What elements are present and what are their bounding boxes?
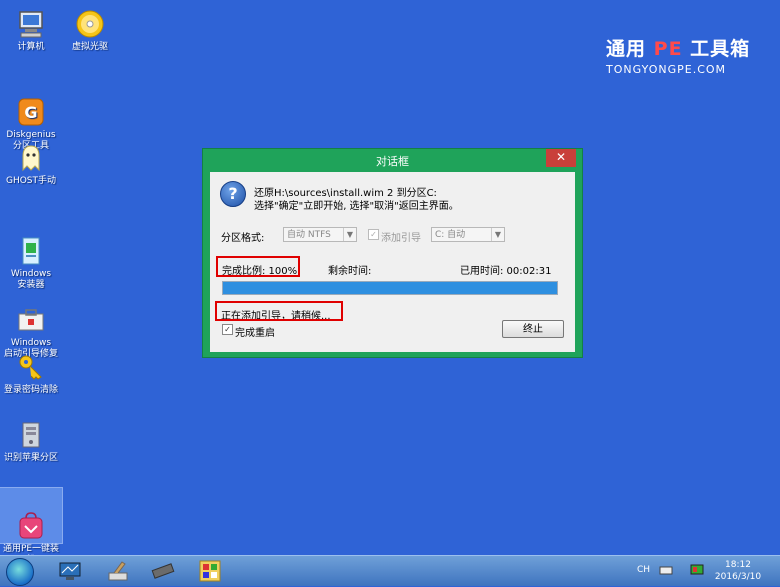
install-bag-icon [15,499,47,539]
desktop-icon-ghost[interactable]: GHOST手动 [0,142,62,187]
desktop-icon-label: GHOST手动 [5,176,57,186]
brand-title: 通用 PE 工具箱 [606,38,751,60]
reboot-label: 完成重启 [235,328,275,339]
ghost-icon [15,142,47,174]
desktop-icon-apple-partition[interactable]: 识别苹果分区 [0,419,62,464]
desktop-icon-label: 识别苹果分区 [3,453,58,463]
progress-bar [222,281,558,295]
desktop-icon-label: 计算机 [17,42,45,52]
elapsed-time-label: 已用时间: 00:02:31 [460,266,552,277]
clock[interactable]: 18:12 2016/3/10 [712,559,764,583]
brand-subtitle: TONGYONGPE.COM [606,63,727,76]
desktop-icon-computer[interactable]: 计算机 [0,8,62,53]
clock-date: 2016/3/10 [714,572,762,582]
desktop-icon-password-clear[interactable]: 登录密码清除 [0,351,62,396]
desktop-icon-label: 登录密码清除 [3,385,58,395]
diskgenius-icon: G [15,85,47,126]
toolkit-icon[interactable] [198,559,222,583]
windows-installer-icon [15,224,47,265]
language-indicator[interactable]: CH [637,565,650,575]
format-select[interactable]: 自动 NTFS ▼ [283,227,357,242]
add-boot-checkbox[interactable]: ✓ [368,229,379,240]
chevron-down-icon: ▼ [343,228,356,241]
keyboard-icon[interactable] [659,562,673,576]
progress-fill [223,282,557,294]
brush-tool-icon[interactable] [106,559,130,583]
reboot-checkbox[interactable]: ✓ [222,324,233,335]
format-label: 分区格式: [221,233,265,244]
computer-icon [15,8,47,40]
clock-time: 18:12 [725,560,751,570]
cd-disc-icon [74,8,106,40]
chevron-down-icon: ▼ [491,228,504,241]
message-line-2: 选择"确定"立即开始, 选择"取消"返回主界面。 [254,201,459,212]
dialog-body: ? 还原H:\sources\install.wim 2 到分区C: 选择"确定… [210,172,575,352]
brand-logo: 通用 PE 工具箱 TONGYONGPE.COM [606,34,750,76]
start-button[interactable] [6,558,34,586]
desktop-icon-one-click-install[interactable]: 通用PE一键装 机 [0,487,63,565]
add-boot-label: 添加引导 [381,233,421,244]
dialog-window: 对话框 ✕ ? 还原H:\sources\install.wim 2 到分区C:… [202,148,583,358]
memory-chip-icon[interactable] [151,559,175,583]
highlight-box-completion [216,256,300,277]
monitor-tool-icon[interactable] [58,559,82,583]
hard-drive-icon [15,419,47,451]
network-icon[interactable] [690,562,704,576]
dialog-title: 对话框 [376,155,409,168]
format-select-value: 自动 NTFS [287,230,331,240]
close-button[interactable]: ✕ [546,149,576,167]
desktop: 计算机 虚拟光驱 G Diskgenius 分区工具 GHOST手动 Windo… [0,0,780,565]
toolbox-icon [15,293,47,331]
svg-text:G: G [24,103,37,122]
taskbar: CH 18:12 2016/3/10 [0,555,780,586]
dialog-titlebar[interactable]: 对话框 ✕ [203,149,582,171]
remaining-time-label: 剩余时间: [328,266,372,277]
boot-target-value: C: 自动 [435,230,466,240]
highlight-box-status [215,301,343,321]
abort-button[interactable]: 终止 [502,320,564,338]
question-icon: ? [220,181,246,207]
key-icon [15,351,47,383]
boot-target-select[interactable]: C: 自动 ▼ [431,227,505,242]
desktop-icon-label: 虚拟光驱 [71,42,108,52]
desktop-icon-virtual-drive[interactable]: 虚拟光驱 [59,8,121,53]
